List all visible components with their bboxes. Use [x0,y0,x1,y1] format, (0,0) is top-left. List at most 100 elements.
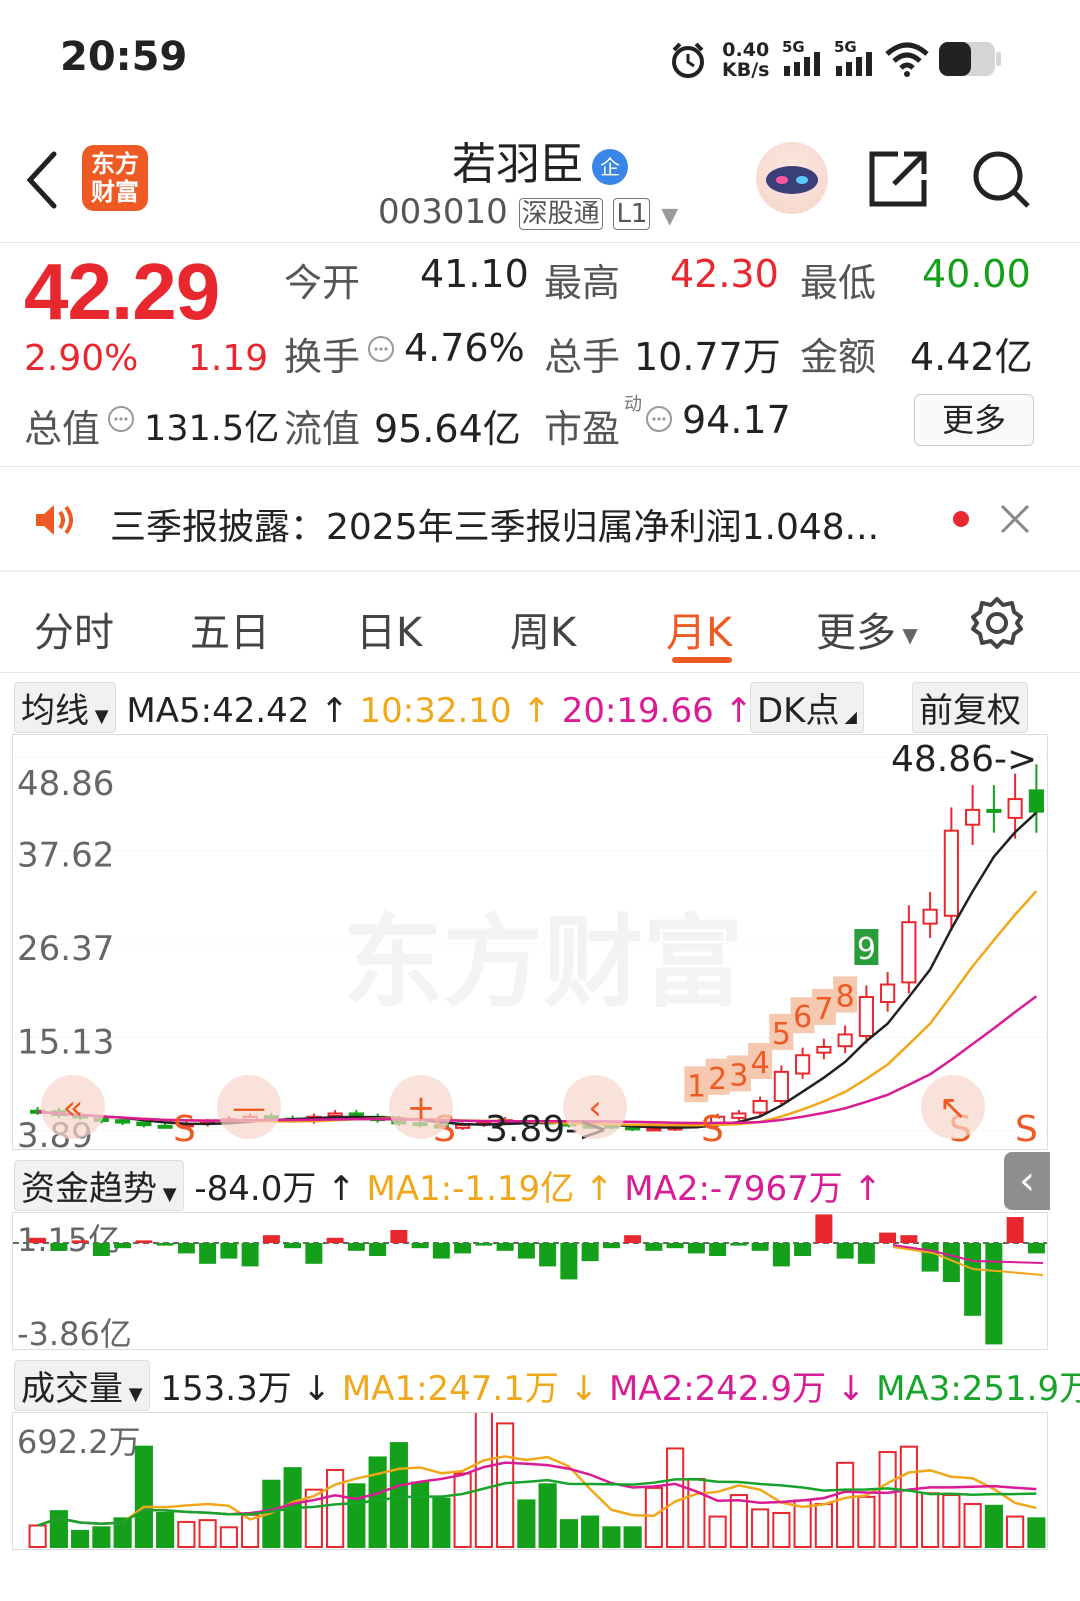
volume-selector[interactable]: 成交量 ▼ [14,1360,150,1411]
assistant-robot-icon[interactable] [756,142,828,214]
high-marker: 48.86-> [891,739,1037,780]
td-count-number: 3 [729,1058,748,1093]
candle-body [986,808,1002,813]
volume-bar [644,1486,663,1549]
candle-body [880,983,896,1004]
volume-svg: 692.2万 [17,1413,1046,1549]
chart-nav-glyph: + [407,1088,436,1128]
level-tag: L1 [613,197,651,230]
volume-chart[interactable]: 692.2万 [12,1412,1048,1550]
volume-bar [814,1503,833,1548]
flow-bar [687,1243,705,1254]
flow-bar [262,1235,280,1243]
search-icon[interactable] [970,148,1032,210]
volume-bar [389,1442,408,1548]
tab-weekly-k[interactable]: 周K [510,600,576,658]
news-ticker[interactable]: 三季报披露：2025年三季报归属净利润1.048... [110,498,879,550]
info-icon[interactable] [366,334,396,364]
tab-5day[interactable]: 五日 [190,600,270,658]
ma5-value: MA5:42.42 [126,691,310,731]
flow-bar [411,1243,429,1249]
volume-bar [963,1503,982,1548]
kline-chart[interactable]: 东方财富48.8637.6226.3715.133.89123456789SSS… [12,734,1048,1150]
flow-bar [921,1243,939,1272]
tab-daily-k[interactable]: 日K [356,600,422,658]
float-value: 95.64亿 [374,407,521,451]
tab-monthly-k[interactable]: 月K [666,600,732,658]
flow-bar [1006,1217,1024,1243]
volume-bar [219,1526,238,1549]
flow-bar [751,1243,769,1251]
flow-bar [730,1243,748,1246]
candle-body [348,1112,364,1117]
volume-bar [92,1526,111,1549]
volume-ma3: MA3:251.9万 [876,1369,1080,1409]
clock: 20:59 [60,34,188,80]
info-icon-pe[interactable] [644,404,674,434]
mktcap-value: 131.5亿 [144,409,280,449]
volume-bar [751,1508,770,1548]
fund-flow-selector[interactable]: 资金趋势 ▼ [14,1160,184,1211]
y-axis-label: 48.86 [17,764,114,804]
volume-bar [1006,1515,1025,1548]
flow-bar [645,1243,663,1251]
tab-intraday[interactable]: 分时 [34,600,114,658]
y-axis-label: 26.37 [17,929,114,969]
info-icon-mktcap[interactable] [106,404,136,434]
candle-body [773,1070,789,1102]
flow-bar [581,1243,599,1262]
tabs-divider [0,672,1080,673]
pe-dynamic-sup: 动 [624,394,642,415]
flow-bar [220,1243,238,1259]
flow-bar [326,1237,344,1243]
candle-body [965,808,981,826]
chart-nav-glyph: — [232,1088,266,1128]
td-count-number: 9 [857,932,876,967]
speaker-icon [36,505,73,535]
fund-flow-chart[interactable]: 1.15亿 -3.86亿 [12,1212,1048,1350]
volume-bar [453,1472,472,1549]
volume-panel-value: 153.3万 [160,1369,292,1409]
change-percent: 2.90% [24,338,139,379]
flow-bar [900,1235,918,1243]
dk-point-button[interactable]: DK点 ◢ [750,682,864,733]
candle-body [327,1112,343,1117]
volume-bar [729,1494,748,1548]
tab-more[interactable]: 更多 ▼ [816,600,918,658]
fund-flow-value: -84.0万 [194,1169,317,1209]
connect-tag: 深股通 [518,197,603,230]
candle-body [455,1124,471,1129]
volume-bar [71,1529,90,1549]
gear-icon[interactable] [970,596,1024,650]
signal-5g-icon-2: 5G [834,38,872,76]
open-value: 41.10 [420,252,529,296]
candle-body [1007,798,1023,819]
fund-flow-svg: 1.15亿-3.86亿 [13,1214,1047,1349]
candle-body [731,1112,747,1119]
flow-bar [432,1243,450,1259]
volume-bar [559,1519,578,1548]
kline-svg: 东方财富48.8637.6226.3715.133.89123456789SSS… [13,739,1047,1149]
stock-code-line[interactable]: 003010 深股通 L1 ▼ [378,192,678,232]
candle-body [816,1045,832,1054]
flow-bar [857,1243,875,1264]
battery-icon [939,42,1001,76]
volume-ma2: MA2:242.9万 [608,1369,826,1409]
flow-bar [475,1243,493,1246]
adjust-price-button[interactable]: 前复权 [912,682,1028,733]
alarm-icon [672,42,704,78]
ma-selector[interactable]: 均线 ▼ [14,682,116,733]
tab-underline [672,657,732,663]
flow-bar [624,1235,642,1243]
flow-bar [71,1240,89,1243]
more-quote-button[interactable]: 更多 [914,394,1034,446]
share-icon[interactable] [868,148,930,210]
sell-signal-mark: S [173,1109,196,1149]
candle-body [115,1119,131,1124]
flow-bar [836,1243,854,1259]
flow-bar [666,1243,684,1249]
ma10-value: 10:32.10 [359,691,512,731]
collapse-side-button[interactable]: ‹ [1004,1152,1050,1210]
close-icon[interactable] [998,502,1032,536]
flow-bar [156,1243,174,1246]
